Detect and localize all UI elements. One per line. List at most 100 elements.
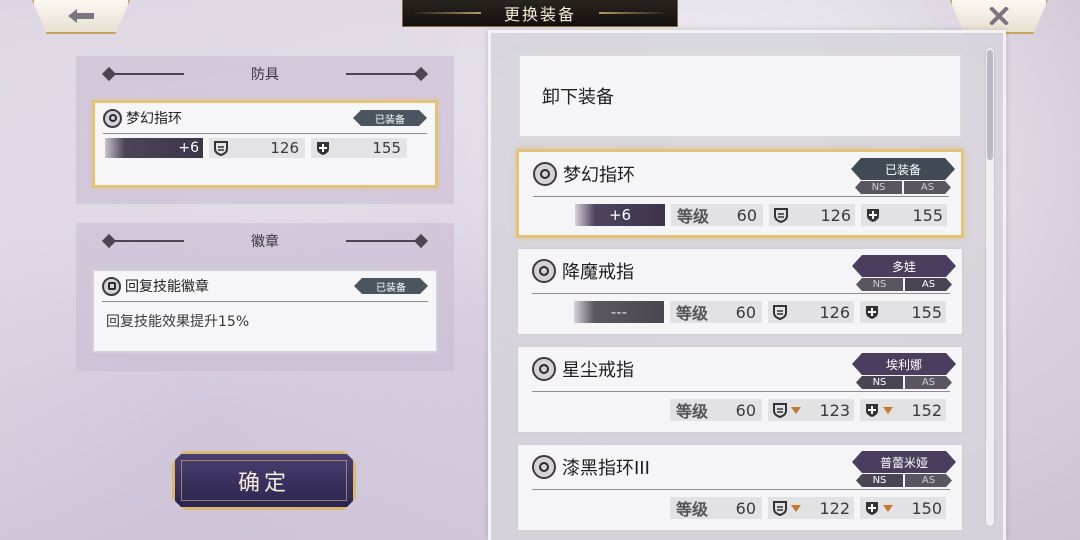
as-label: AS: [905, 474, 952, 487]
defense-value: 122: [819, 498, 850, 518]
equipment-item[interactable]: 梦幻指环 已装备 NS AS +6 等级 60 126 155: [516, 149, 964, 238]
magic-defense-stat: 155: [861, 204, 947, 226]
defense-value: 126: [820, 205, 851, 225]
level-label: 等级: [676, 500, 709, 519]
refine-level-empty: [574, 399, 664, 421]
badge-heading: 徽章: [251, 234, 279, 250]
defense-stat: 123: [768, 399, 854, 421]
ring-icon: [532, 357, 556, 381]
equipped-armor-name: 梦幻指环: [126, 111, 182, 127]
title-ornament-right: [599, 12, 669, 14]
defense-shield-icon: [214, 141, 228, 156]
defense-stat: 126: [209, 138, 305, 158]
ring-icon: [103, 108, 122, 128]
ornament-diamond-right: [413, 66, 429, 82]
owner-badge: 埃利娜: [852, 353, 956, 375]
page-title-bar: 更换装备: [402, 0, 678, 27]
magic-defense-shield-icon: [867, 209, 879, 222]
ring-icon: [532, 455, 556, 479]
unequip-label: 卸下装备: [542, 87, 614, 108]
equipment-item[interactable]: 星尘戒指 埃利娜 NS AS 等级 60 123 152: [516, 345, 964, 434]
defense-value: 123: [819, 400, 850, 420]
confirm-button-frame: [181, 460, 347, 501]
armor-section: 防具 梦幻指环 已装备 +6 126 155: [76, 56, 454, 204]
magic-defense-stat: 155: [311, 138, 407, 158]
as-label: AS: [904, 181, 951, 194]
refine-level-empty: [574, 497, 664, 519]
magic-defense-value: 152: [911, 400, 942, 420]
level-stat: 等级 60: [670, 301, 762, 323]
magic-defense-shield-icon: [866, 306, 878, 319]
page-title: 更换装备: [503, 5, 576, 24]
refine-level: +6: [105, 138, 203, 158]
arrow-left-icon: [68, 9, 94, 23]
stat-down-arrow-icon: [791, 406, 801, 414]
item-tags: 已装备 NS AS: [851, 158, 955, 194]
badge-section-header: 徽章: [76, 223, 454, 259]
close-icon: [989, 7, 1009, 25]
ns-label: NS: [856, 278, 903, 291]
defense-shield-icon: [773, 501, 787, 516]
ornament-diamond-right: [413, 233, 429, 249]
equipped-badge-card[interactable]: 回复技能徽章 已装备 回复技能效果提升15%: [92, 269, 438, 353]
item-name: 梦幻指环: [563, 165, 635, 186]
defense-shield-icon: [773, 403, 787, 418]
stat-down-arrow-icon: [883, 504, 893, 512]
equipped-armor-card[interactable]: 梦幻指环 已装备 +6 126 155: [92, 100, 438, 188]
list-scrollbar[interactable]: [985, 47, 995, 527]
level-value: 60: [735, 400, 756, 420]
unequip-button[interactable]: 卸下装备: [517, 53, 963, 139]
item-tags: 埃利娜 NS AS: [852, 353, 956, 389]
badge-section: 徽章 回复技能徽章 已装备 回复技能效果提升15%: [76, 223, 454, 371]
defense-value: 126: [270, 139, 299, 157]
stat-down-arrow-icon: [791, 504, 801, 512]
level-stat: 等级 60: [670, 399, 762, 421]
magic-defense-value: 155: [911, 302, 942, 322]
ornament-line-left: [106, 240, 184, 242]
back-button[interactable]: [32, 0, 130, 34]
confirm-button[interactable]: 确定: [172, 451, 356, 510]
level-label: 等级: [676, 304, 709, 323]
equipment-item[interactable]: 降魔戒指 多娃 NS AS --- 等级 60 126 155: [516, 247, 964, 336]
level-value: 60: [735, 498, 756, 518]
defense-shield-icon: [774, 208, 788, 223]
scrollbar-thumb[interactable]: [987, 50, 993, 160]
magic-defense-value: 150: [911, 498, 942, 518]
magic-defense-stat: 152: [860, 399, 946, 421]
ns-label: NS: [856, 376, 903, 389]
ns-as-indicator: NS AS: [856, 474, 952, 487]
ornament-line-right: [346, 73, 424, 75]
defense-stat: 126: [769, 204, 855, 226]
defense-stat: 126: [768, 301, 854, 323]
refine-level: ---: [574, 301, 664, 323]
equipped-badge-name: 回复技能徽章: [125, 279, 209, 295]
item-name: 星尘戒指: [562, 360, 634, 381]
refine-level: +6: [575, 204, 665, 226]
item-tags: 多娃 NS AS: [852, 255, 956, 291]
armor-heading: 防具: [251, 67, 279, 83]
magic-defense-value: 155: [372, 139, 401, 157]
badge-description: 回复技能效果提升15%: [106, 314, 250, 330]
ns-as-indicator: NS AS: [855, 181, 951, 194]
level-label: 等级: [676, 402, 709, 421]
as-label: AS: [905, 278, 952, 291]
owner-badge: 普蕾米娅: [852, 451, 956, 473]
item-tags: 普蕾米娅 NS AS: [852, 451, 956, 487]
item-name: 漆黑指环III: [562, 458, 650, 479]
ornament-line-left: [106, 73, 184, 75]
equipment-item[interactable]: 漆黑指环III 普蕾米娅 NS AS 等级 60 122 150: [516, 443, 964, 532]
level-value: 60: [736, 205, 757, 225]
level-label: 等级: [677, 207, 710, 226]
ring-icon: [533, 162, 557, 186]
level-value: 60: [735, 302, 756, 322]
ring-icon: [532, 259, 556, 283]
magic-defense-shield-icon: [317, 142, 329, 155]
magic-defense-value: 155: [912, 205, 943, 225]
close-button[interactable]: [950, 0, 1048, 34]
equipped-status-badge: 已装备: [353, 110, 427, 126]
armor-section-header: 防具: [76, 56, 454, 92]
magic-defense-shield-icon: [866, 404, 878, 417]
equipment-list-panel[interactable]: 卸下装备 梦幻指环 已装备 NS AS +6 等级 60 126 155 降魔戒指 多娃 NS AS --…: [488, 30, 1006, 540]
magic-defense-stat: 150: [860, 497, 946, 519]
magic-defense-stat: 155: [860, 301, 946, 323]
